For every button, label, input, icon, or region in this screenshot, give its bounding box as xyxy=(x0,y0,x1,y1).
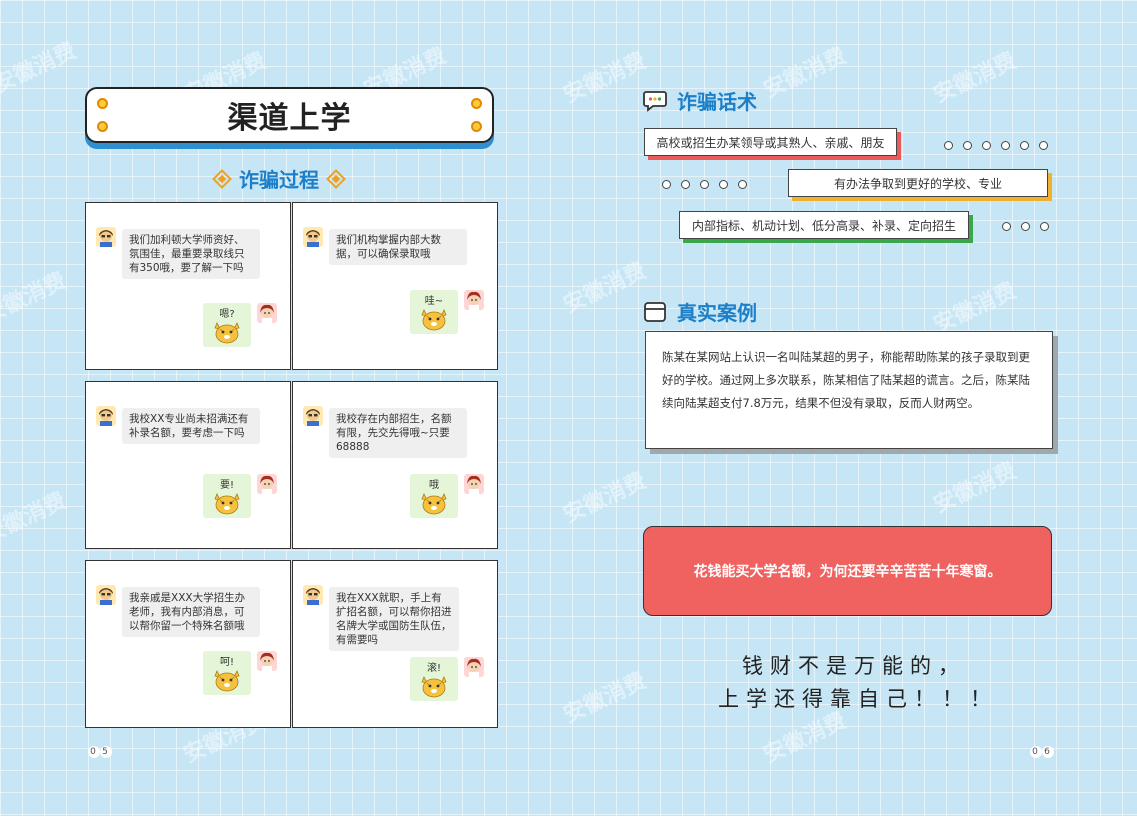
avatar-icon xyxy=(257,651,277,671)
tiger-sticker-icon xyxy=(421,309,447,331)
chat-message-bubble: 我们加利顿大学师资好、氛围佳，最重要录取线只有350哦，要了解一下吗 xyxy=(122,229,260,279)
watermark: 安徽消费 xyxy=(0,268,71,329)
slogan-line-1: 钱财不是万能的， xyxy=(742,654,966,678)
real-case-text: 陈某在某网站上认识一名叫陆某超的男子，称能帮助陈某的孩子录取到更好的学校。通过网… xyxy=(662,350,1030,410)
highlight-text: 花钱能买大学名额，为何还要辛辛苦苦十年寒窗。 xyxy=(693,564,1002,580)
chat-message-bubble: 我亲戚是XXX大学招生办老师，我有内部消息，可以帮你留一个特殊名额哦 xyxy=(122,587,260,637)
fraud-talk-title: 诈骗话术 xyxy=(677,90,757,114)
tiger-sticker-icon xyxy=(421,493,447,515)
section-title: 诈骗过程 xyxy=(239,168,319,192)
watermark: 安徽消费 xyxy=(559,258,651,319)
chat-message-bubble: 我校存在内部招生，名额有限，先交先得哦~只要68888 xyxy=(329,408,467,458)
tiger-sticker-icon xyxy=(421,676,447,698)
chat-panel: 我校存在内部招生，名额有限，先交先得哦~只要68888 哦 xyxy=(292,381,498,549)
real-case-heading: 真实案例 xyxy=(643,297,757,326)
chat-bubble-icon xyxy=(643,90,667,112)
watermark: 安徽消费 xyxy=(929,48,1021,109)
tiger-sticker-icon xyxy=(214,493,240,515)
avatar-icon xyxy=(96,406,116,426)
tiger-sticker-icon xyxy=(214,322,240,344)
chat-panel: 我们机构掌握内部大数据，可以确保录取哦哇~ xyxy=(292,202,498,370)
avatar-icon xyxy=(303,585,323,605)
banner-dot xyxy=(97,98,108,109)
watermark: 安徽消费 xyxy=(929,458,1021,519)
page-number-right: 06 xyxy=(1030,746,1054,758)
fraud-tag-2: 有办法争取到更好的学校、专业 xyxy=(788,169,1048,197)
tiger-sticker: 要! xyxy=(203,474,251,518)
watermark: 安徽消费 xyxy=(929,278,1021,339)
tiger-sticker: 呵! xyxy=(203,651,251,695)
chat-message-bubble: 我在XXX就职，手上有扩招名额，可以帮你招进名牌大学或国防生队伍，有需要吗 xyxy=(329,587,459,651)
banner-dot xyxy=(471,121,482,132)
avatar-icon xyxy=(257,303,277,323)
avatar-icon xyxy=(96,227,116,247)
decor-rings xyxy=(662,180,747,189)
tiger-sticker: 嗯? xyxy=(203,303,251,347)
banner-dot xyxy=(471,98,482,109)
tiger-sticker-icon xyxy=(214,670,240,692)
tiger-sticker: 哇~ xyxy=(410,290,458,334)
page-title-banner: 渠道上学 xyxy=(85,87,494,143)
tiger-sticker: 滚! xyxy=(410,657,458,701)
watermark: 安徽消费 xyxy=(559,48,651,109)
real-case-title: 真实案例 xyxy=(677,301,757,325)
card-icon xyxy=(644,301,666,322)
chat-message-bubble: 我们机构掌握内部大数据，可以确保录取哦 xyxy=(329,229,467,265)
decor-rings xyxy=(944,141,1048,150)
chat-panel: 我们加利顿大学师资好、氛围佳，最重要录取线只有350哦，要了解一下吗嗯? xyxy=(85,202,291,370)
watermark: 安徽消费 xyxy=(559,468,651,529)
watermark: 安徽消费 xyxy=(0,38,81,99)
diamond-icon xyxy=(212,168,232,189)
fraud-tag-3: 内部指标、机动计划、低分高录、补录、定向招生 xyxy=(679,211,969,239)
avatar-icon xyxy=(464,290,484,310)
chat-panel: 我在XXX就职，手上有扩招名额，可以帮你招进名牌大学或国防生队伍，有需要吗滚! xyxy=(292,560,498,728)
watermark: 安徽消费 xyxy=(559,668,651,729)
page-number-left: 05 xyxy=(88,746,112,758)
decor-rings xyxy=(1002,222,1049,231)
real-case-box: 陈某在某网站上认识一名叫陆某超的男子，称能帮助陈某的孩子录取到更好的学校。通过网… xyxy=(645,331,1053,449)
chat-panel: 我亲戚是XXX大学招生办老师，我有内部消息，可以帮你留一个特殊名额哦呵! xyxy=(85,560,291,728)
highlight-box: 花钱能买大学名额，为何还要辛辛苦苦十年寒窗。 xyxy=(643,526,1052,616)
banner-dot xyxy=(97,121,108,132)
diamond-icon xyxy=(326,168,346,189)
tiger-sticker: 哦 xyxy=(410,474,458,518)
avatar-icon xyxy=(303,406,323,426)
section-heading-process: 诈骗过程 xyxy=(212,164,346,193)
avatar-icon xyxy=(464,474,484,494)
avatar-icon xyxy=(96,585,116,605)
chat-panel: 我校XX专业尚未招满还有补录名额，要考虑一下吗要! xyxy=(85,381,291,549)
fraud-talk-heading: 诈骗话术 xyxy=(643,86,757,115)
avatar-icon xyxy=(257,474,277,494)
chat-message-bubble: 我校XX专业尚未招满还有补录名额，要考虑一下吗 xyxy=(122,408,260,444)
slogan-line-2: 上学还得靠自己！！！ xyxy=(718,687,998,711)
avatar-icon xyxy=(303,227,323,247)
page-title: 渠道上学 xyxy=(227,101,352,136)
watermark: 安徽消费 xyxy=(0,488,71,549)
watermark: 安徽消费 xyxy=(759,43,851,104)
avatar-icon xyxy=(464,657,484,677)
fraud-tag-1: 高校或招生办某领导或其熟人、亲戚、朋友 xyxy=(644,128,897,156)
